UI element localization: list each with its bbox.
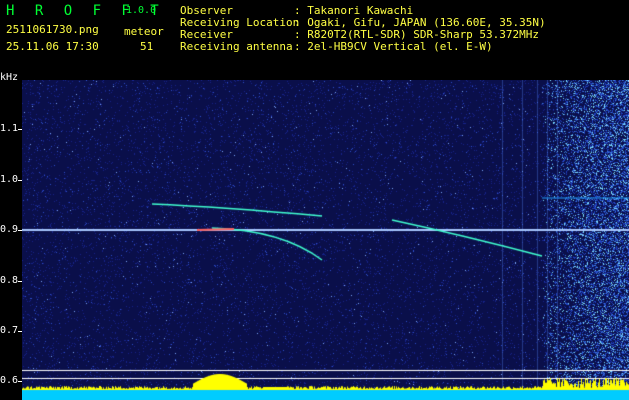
freq-label-0-6: 0.6	[0, 375, 19, 386]
antenna-key: Receiving antenna	[180, 40, 293, 53]
freq-label-1-1: 1.1	[0, 123, 19, 134]
header-panel: H R O F F T 1.0.0 2511061730.png 25.11.0…	[0, 0, 629, 72]
meteor-label: meteor	[124, 25, 164, 38]
spectrogram-canvas	[22, 80, 629, 400]
freq-label-0-8: 0.8	[0, 275, 19, 286]
freq-tick	[18, 381, 22, 382]
freq-label-0-7: 0.7	[0, 325, 19, 336]
freq-tick	[18, 331, 22, 332]
freq-label-0-9: 0.9	[0, 224, 19, 235]
meteor-count: 51	[140, 40, 154, 53]
freq-tick	[18, 180, 22, 181]
freq-tick	[18, 281, 22, 282]
app-version: 1.0.0	[126, 5, 157, 16]
file-name: 2511061730.png	[6, 23, 99, 36]
freq-tick	[18, 230, 22, 231]
freq-label-1-0: 1.0	[0, 174, 19, 185]
antenna-value: : 2el-HB9CV Vertical (el. E-W)	[294, 40, 493, 53]
file-datetime: 25.11.06 17:30	[6, 40, 99, 53]
axis-unit-label: kHz	[0, 72, 19, 83]
freq-tick	[18, 129, 22, 130]
